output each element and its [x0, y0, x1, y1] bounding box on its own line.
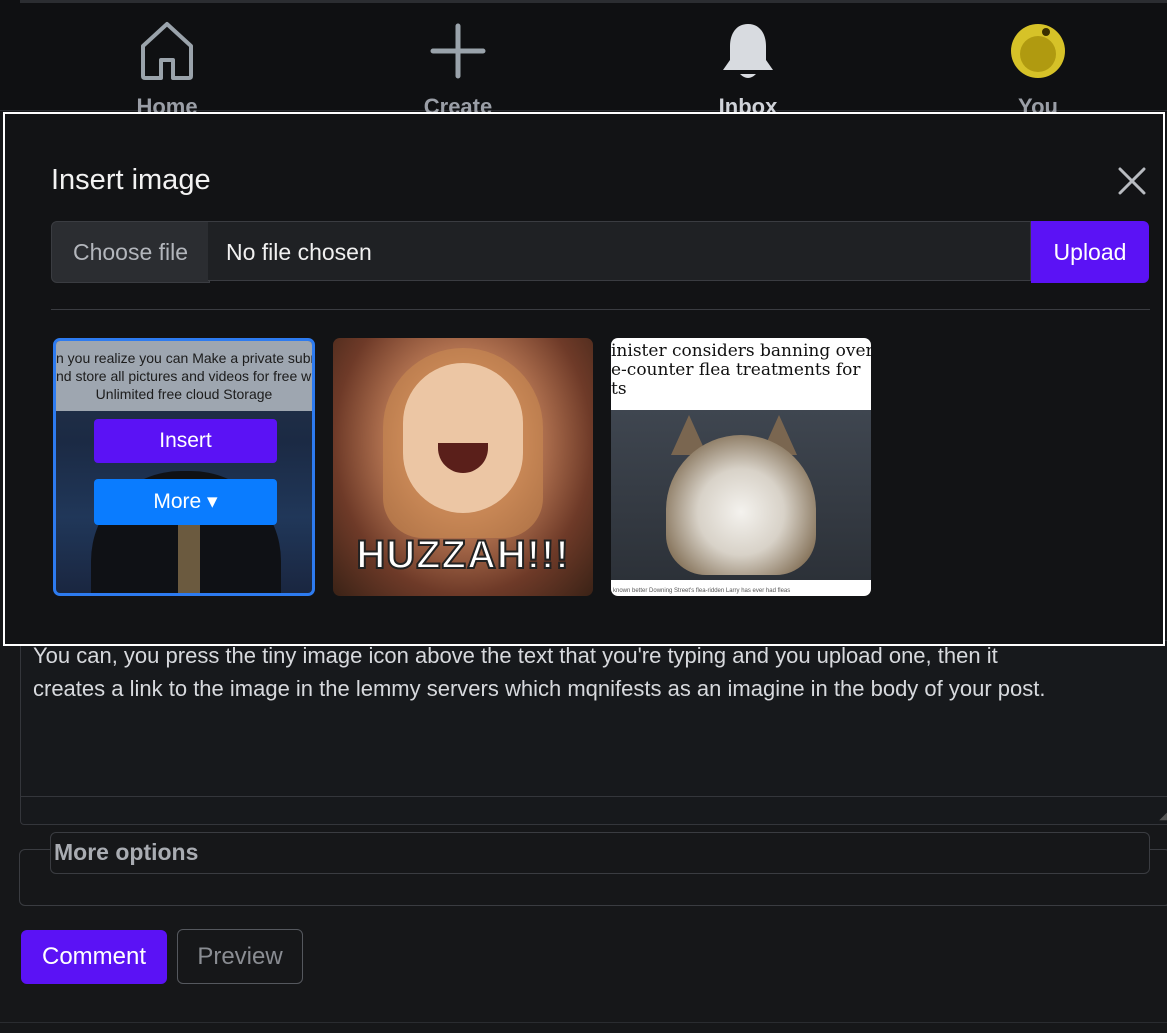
thumbnail-face [403, 363, 523, 513]
thumbnail-headline: inister considers banning over e-counter… [611, 342, 871, 399]
caption-line: nd store all pictures and videos for fre… [56, 368, 312, 384]
nav-item-home[interactable]: Home [97, 20, 237, 120]
headline-line: e-counter flea treatments for [611, 360, 861, 380]
cat-figure [666, 435, 816, 575]
bell-icon [723, 24, 773, 78]
resize-handle-icon[interactable]: ◢ [1159, 811, 1167, 822]
modal-title: Insert image [51, 164, 211, 196]
image-thumbnail[interactable]: HUZZAH!!! [333, 338, 593, 596]
caption-line: n you realize you can Make a private sub… [56, 350, 312, 366]
insert-button[interactable]: Insert [94, 419, 277, 463]
close-icon[interactable] [1115, 164, 1149, 198]
file-status-field[interactable]: No file chosen [208, 221, 1031, 281]
plus-icon [430, 23, 486, 79]
nav-top-border [20, 0, 1167, 3]
more-options-label: More options [54, 839, 199, 865]
nav-item-create[interactable]: Create [388, 20, 528, 120]
page-divider [0, 1022, 1167, 1023]
bottom-nav-bar: Home Create Inbox You [0, 0, 1167, 119]
thumbnail-cat-photo [611, 410, 871, 580]
headline-line: ts [611, 379, 627, 399]
image-thumbnail[interactable]: inister considers banning over e-counter… [611, 338, 871, 596]
upload-button[interactable]: Upload [1031, 221, 1149, 283]
avatar [1011, 24, 1065, 78]
headline-line: inister considers banning over [611, 342, 871, 361]
file-upload-row: Choose file No file chosen Upload [51, 221, 1150, 283]
nav-item-inbox[interactable]: Inbox [678, 20, 818, 120]
editor-text-line-1: You can, you press the tiny image icon a… [33, 643, 998, 668]
editor-text-line-2: creates a link to the image in the lemmy… [33, 676, 1046, 701]
thumbnail-caption: n you realize you can Make a private sub… [56, 341, 312, 411]
more-dropdown-button[interactable]: More ▾ [94, 479, 277, 525]
preview-button[interactable]: Preview [177, 929, 303, 984]
modal-divider [51, 309, 1150, 310]
home-icon [141, 22, 193, 80]
insert-image-modal: Insert image Choose file No file chosen … [3, 112, 1165, 646]
caption-line: Unlimited free cloud Storage [95, 386, 273, 402]
thumbnail-meme-text: HUZZAH!!! [355, 532, 570, 578]
comment-button[interactable]: Comment [21, 930, 167, 984]
comment-textarea[interactable]: You can, you press the tiny image icon a… [20, 640, 1167, 825]
choose-file-button[interactable]: Choose file [51, 221, 210, 283]
thumbnail-tie [178, 519, 200, 593]
more-options-toggle[interactable]: More options [50, 832, 1150, 874]
thumbnail-credit: known better Downing Street's flea-ridde… [613, 588, 791, 594]
nav-item-you[interactable]: You [968, 20, 1108, 120]
editor-divider [21, 796, 1167, 797]
image-thumbnail-selected[interactable]: n you realize you can Make a private sub… [53, 338, 315, 596]
